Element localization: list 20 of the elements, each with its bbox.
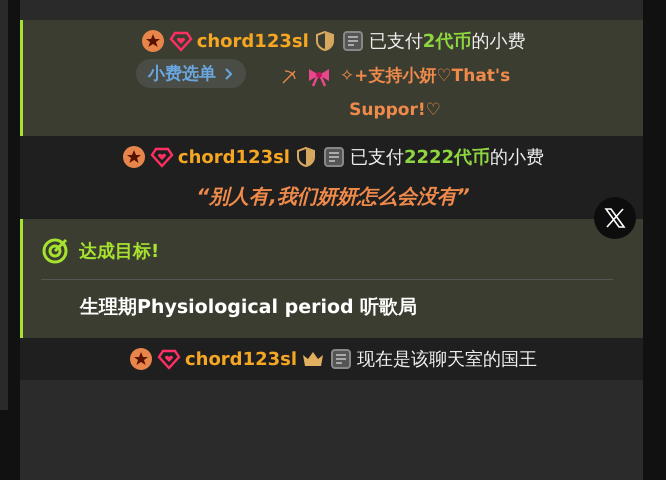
tip-text: 已支付2代币的小费	[368, 30, 526, 53]
username[interactable]: chord123sl	[178, 146, 290, 168]
target-icon	[41, 237, 69, 265]
diamond-icon	[156, 347, 181, 371]
goal-text: 生理期Physiological period 听歌局	[78, 295, 418, 320]
document-icon	[340, 29, 365, 53]
ribbon-icon	[306, 66, 331, 87]
goal-title: 达成目标!	[79, 240, 160, 263]
diamond-icon	[168, 29, 193, 53]
diamond-icon	[150, 145, 174, 169]
tip-note: ✧+支持小妍♡That's Suppor!♡	[340, 66, 510, 120]
x-icon	[604, 207, 626, 229]
chevron-icon	[224, 66, 234, 80]
tip-text: 已支付2222代币的小费	[350, 146, 544, 169]
document-icon	[329, 347, 354, 371]
username[interactable]: chord123sl	[196, 30, 309, 52]
system-text: 现在是该聊天室的国王	[357, 348, 538, 371]
username[interactable]: chord123sl	[184, 348, 298, 370]
tip-quote: “别人有,我们妍妍怎么会没有”	[196, 183, 470, 210]
document-icon	[322, 145, 346, 169]
